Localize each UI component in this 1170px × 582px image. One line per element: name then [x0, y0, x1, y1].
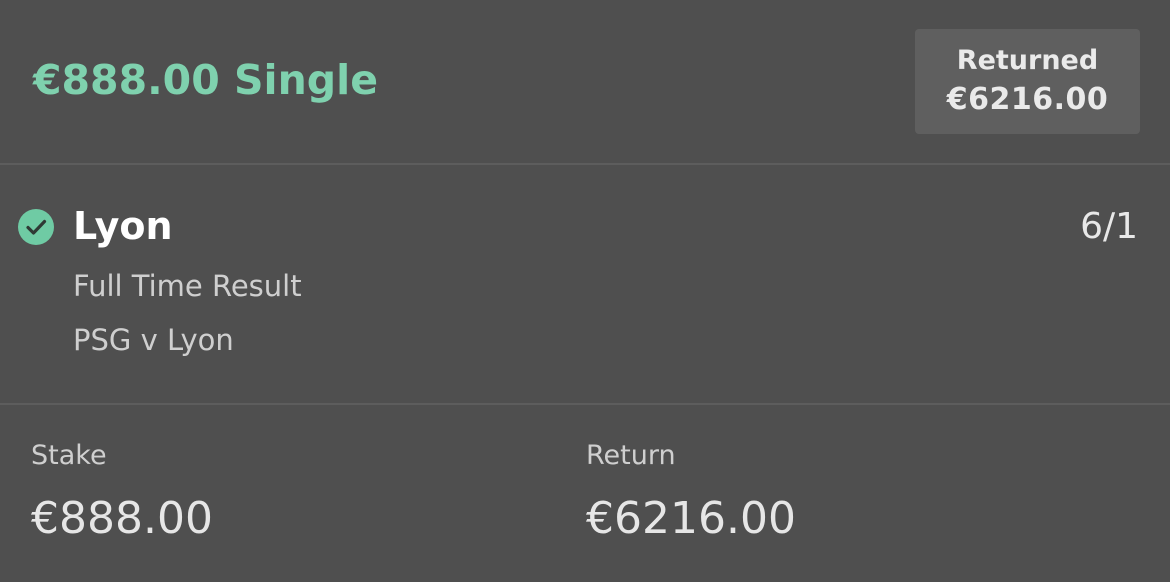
- bet-card: €888.00 Single Returned €6216.00 Lyon 6/…: [0, 0, 1170, 582]
- bet-header: €888.00 Single Returned €6216.00: [0, 0, 1170, 164]
- event-name: PSG v Lyon: [73, 323, 234, 357]
- stake-label: Stake: [31, 440, 107, 471]
- returned-amount: €6216.00: [946, 82, 1109, 117]
- bet-summary: Stake €888.00 Return €6216.00: [0, 405, 1170, 582]
- returned-label: Returned: [956, 45, 1099, 76]
- return-value: €6216.00: [586, 493, 796, 544]
- check-circle-icon: [18, 209, 54, 245]
- market-name: Full Time Result: [73, 269, 302, 303]
- returned-badge: Returned €6216.00: [915, 29, 1140, 134]
- stake-value: €888.00: [31, 493, 213, 544]
- selection-name: Lyon: [73, 204, 173, 248]
- selection-row: Lyon 6/1 Full Time Result PSG v Lyon: [0, 165, 1170, 403]
- selection-odds: 6/1: [1080, 206, 1138, 247]
- bet-title: €888.00 Single: [33, 56, 378, 104]
- return-label: Return: [586, 440, 676, 471]
